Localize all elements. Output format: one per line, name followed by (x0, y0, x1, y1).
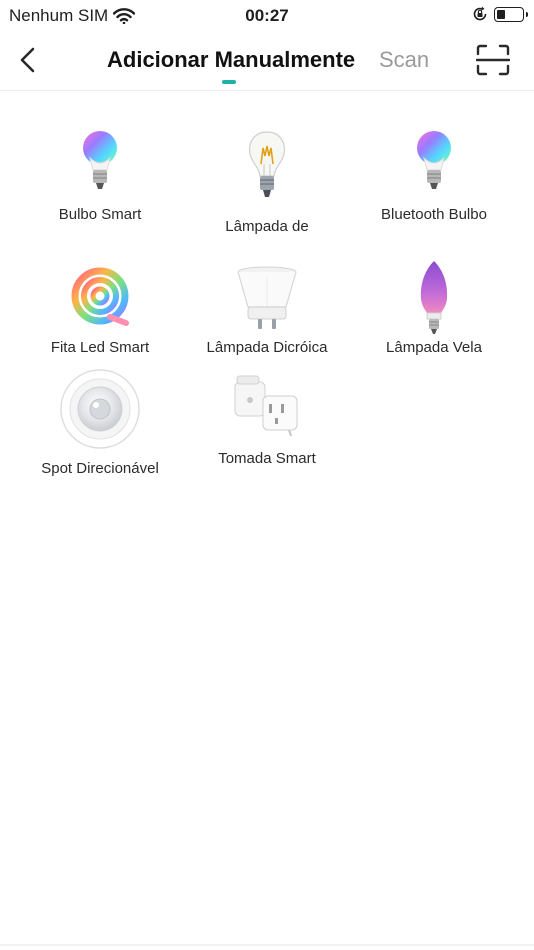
device-label: Lâmpada de (225, 218, 309, 235)
status-bar: Nenhum SIM 00:27 (0, 0, 534, 32)
device-label: Bulbo Smart (58, 206, 142, 223)
rgb-bulb-icon (83, 131, 117, 189)
top-nav: Adicionar Manualmente Scan (0, 32, 534, 91)
battery-level (497, 9, 505, 19)
device-item-tomada-smart[interactable]: Tomada Smart (192, 374, 342, 472)
spot-light-icon (60, 369, 140, 449)
device-label: Lâmpada Vela (386, 339, 482, 356)
chevron-left-icon[interactable] (14, 44, 44, 76)
clock: 00:27 (245, 6, 289, 25)
device-grid: Bulbo Smart Lâmpada de Bluetooth Bulbo F… (0, 92, 534, 492)
device-item-lampada-vela[interactable]: Lâmpada Vela (359, 259, 509, 359)
device-item-lampada-de[interactable]: Lâmpada de (192, 130, 342, 240)
device-item-bluetooth-bulbo[interactable]: Bluetooth Bulbo (359, 130, 509, 230)
filament-bulb-icon (248, 131, 286, 197)
status-right (472, 6, 528, 22)
device-item-bulbo-smart[interactable]: Bulbo Smart (25, 130, 175, 230)
device-item-spot-direcionavel[interactable]: Spot Direcionável (25, 368, 175, 480)
smart-plug-icon (234, 375, 298, 437)
active-tab-indicator (222, 80, 236, 84)
device-label: Spot Direcionável (41, 460, 159, 477)
led-strip-icon (71, 267, 129, 326)
device-label: Lâmpada Dicróica (206, 339, 328, 356)
device-label: Fita Led Smart (50, 339, 150, 356)
home-indicator-area (0, 944, 534, 946)
device-label: Bluetooth Bulbo (381, 206, 487, 223)
device-label: Tomada Smart (218, 450, 316, 467)
battery-icon (494, 6, 528, 22)
dichroic-lamp-icon (237, 266, 297, 329)
candle-bulb-icon (420, 261, 448, 334)
tab-scan[interactable]: Scan (379, 47, 429, 73)
device-item-lampada-dicroica[interactable]: Lâmpada Dicróica (192, 265, 342, 359)
orientation-lock-icon (473, 6, 487, 21)
device-item-fita-led-smart[interactable]: Fita Led Smart (25, 267, 175, 359)
tab-add-manually[interactable]: Adicionar Manualmente (107, 47, 355, 73)
scan-frame-icon[interactable] (476, 44, 510, 76)
rgb-bulb-icon (417, 131, 451, 189)
